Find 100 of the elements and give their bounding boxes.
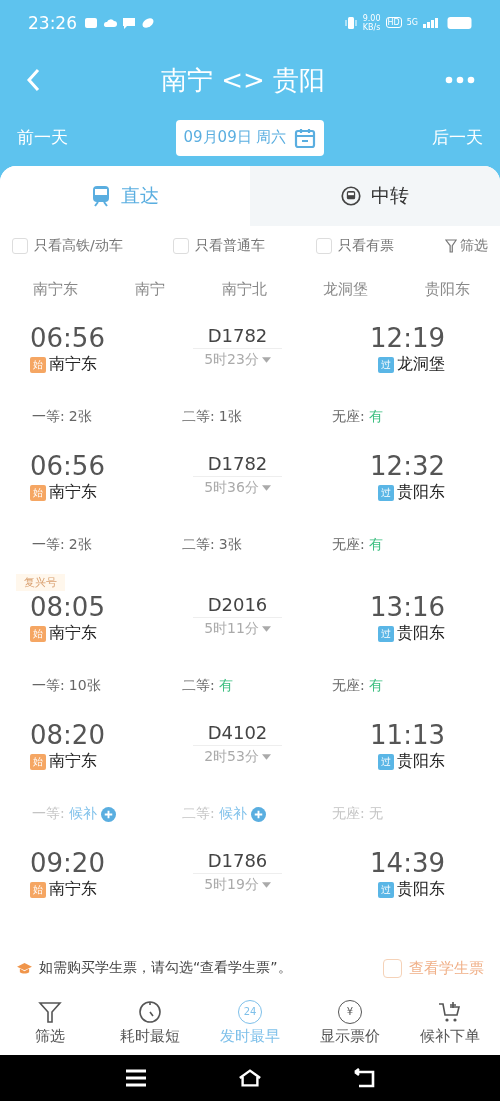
back-icon[interactable] — [25, 68, 41, 92]
train-number: D1782 — [192, 453, 283, 477]
duration-toggle[interactable]: 5时11分 — [204, 618, 271, 640]
departure-station: 南宁东 — [49, 482, 97, 503]
seat-class: 一等: — [32, 677, 65, 695]
home-icon[interactable] — [238, 1068, 262, 1088]
train-number: D2016 — [192, 594, 283, 618]
seat-availability: 有 — [368, 536, 383, 554]
duration-toggle[interactable]: 5时19分 — [204, 874, 271, 896]
seat-availability: 2张 — [68, 536, 92, 554]
seat-class: 无座: — [332, 536, 365, 554]
add-icon[interactable] — [250, 806, 266, 822]
vibrate-icon — [343, 15, 358, 30]
station-filter[interactable]: 龙洞堡 — [315, 279, 377, 299]
battery-icon — [447, 16, 472, 29]
timer-icon — [138, 999, 162, 1024]
bottom-nav-item[interactable]: 24 发时最早 — [200, 990, 300, 1055]
arrival-station: 贵阳东 — [397, 623, 445, 644]
station-filter[interactable]: 南宁东 — [25, 279, 86, 299]
train-circle-icon — [341, 185, 361, 207]
station-badge: 始 — [30, 484, 46, 501]
arrival-station: 贵阳东 — [397, 482, 445, 503]
speed-unit: KB/s — [362, 22, 381, 32]
bottom-nav-item[interactable]: 耗时最短 — [100, 990, 200, 1055]
mail-icon — [84, 15, 98, 30]
filter-checkbox[interactable]: 只看有票 — [316, 237, 395, 255]
add-icon[interactable] — [100, 806, 116, 822]
leaf-icon — [141, 15, 155, 30]
arrival-time: 12:32 — [370, 450, 445, 482]
route-title: 南宁 <> 贵阳 — [160, 63, 326, 97]
train-icon — [91, 185, 111, 207]
train-item[interactable]: 06:56 始 南宁东 D1782 5时23分 12:19 过 龙洞堡 一等: 2张 二等: 1张 无座: 有 — [0, 312, 500, 440]
departure-station: 南宁东 — [49, 354, 97, 375]
train-item[interactable]: 06:56 始 南宁东 D1782 5时36分 12:32 过 贵阳东 一等: 2张 二等: 3张 无座: 有 — [0, 440, 500, 568]
clock: 23:26 — [28, 12, 77, 33]
seat-availability: 3张 — [218, 536, 242, 554]
seat-class: 无座: — [332, 677, 365, 695]
more-icon[interactable] — [445, 76, 475, 84]
arrival-station: 贵阳东 — [397, 879, 445, 900]
student-ticket-note: 如需购买学生票，请勾选“查看学生票”。 — [39, 959, 293, 977]
caret-icon — [261, 485, 271, 491]
departure-time: 06:56 — [30, 450, 105, 482]
bottom-nav-item[interactable]: 候补下单 — [400, 990, 500, 1055]
student-ticket-checkbox[interactable]: 查看学生票 — [383, 958, 484, 978]
seat-availability: 无 — [368, 805, 383, 823]
menu-icon[interactable] — [124, 1068, 148, 1088]
train-item[interactable]: 复兴号 08:05 始 南宁东 D2016 5时11分 13:16 过 贵阳东 一等: 10张 二等: 有 无座: 有 — [0, 568, 500, 709]
station-badge: 过 — [378, 881, 394, 898]
train-number: D4102 — [192, 722, 283, 746]
departure-time: 09:20 — [30, 847, 105, 879]
seat-availability: 有 — [368, 677, 383, 695]
departure-time: 08:20 — [30, 719, 105, 751]
station-badge: 过 — [378, 625, 394, 642]
departure-station: 南宁东 — [49, 623, 97, 644]
station-filter[interactable]: 贵阳东 — [417, 279, 478, 299]
filter-icon — [38, 999, 62, 1024]
transfer-tab[interactable]: 中转 — [250, 166, 500, 226]
previous-day-button[interactable]: 前一天 — [14, 126, 71, 149]
station-badge: 过 — [378, 484, 394, 501]
seat-class: 二等: — [182, 536, 215, 554]
seat-availability: 有 — [218, 677, 233, 695]
station-filter[interactable]: 南宁 — [126, 279, 173, 299]
departure-station: 南宁东 — [49, 879, 97, 900]
back-nav-icon[interactable] — [352, 1068, 376, 1088]
station-filter[interactable]: 南宁北 — [213, 279, 275, 299]
caret-icon — [261, 882, 271, 888]
seat-availability: 候补 — [218, 805, 247, 823]
duration-toggle[interactable]: 5时36分 — [204, 477, 271, 499]
station-badge: 过 — [378, 356, 394, 373]
seat-class: 一等: — [32, 536, 65, 554]
seat-availability: 1张 — [218, 408, 242, 426]
hd-indicator: HD — [385, 17, 402, 28]
network-speed: 9.00 — [362, 13, 381, 23]
caret-icon — [261, 754, 271, 760]
bottom-nav-item[interactable]: ¥ 显示票价 — [300, 990, 400, 1055]
calendar-icon — [294, 126, 317, 149]
seat-class: 一等: — [32, 408, 65, 426]
departure-station: 南宁东 — [49, 751, 97, 772]
arrival-station: 龙洞堡 — [397, 354, 445, 375]
departure-time: 08:05 — [30, 591, 105, 623]
duration-toggle[interactable]: 2时53分 — [204, 746, 271, 768]
seat-class: 无座: — [332, 408, 365, 426]
date-picker[interactable]: 09月09日 周六 — [175, 119, 325, 156]
filter-button[interactable]: 筛选 — [444, 237, 488, 255]
next-day-button[interactable]: 后一天 — [429, 126, 486, 149]
filter-checkbox[interactable]: 只看普通车 — [173, 237, 266, 255]
caret-icon — [261, 357, 271, 363]
filter-checkbox[interactable]: 只看高铁/动车 — [12, 237, 123, 255]
signal-icon — [423, 17, 439, 28]
train-number: D1782 — [192, 325, 283, 349]
station-badge: 始 — [30, 356, 46, 373]
seat-availability: 有 — [368, 408, 383, 426]
seat-availability: 10张 — [68, 677, 101, 695]
train-number: D1786 — [192, 850, 283, 874]
departure-time: 06:56 — [30, 322, 105, 354]
train-item[interactable]: 09:20 始 南宁东 D1786 5时19分 14:39 过 贵阳东 — [0, 837, 500, 913]
duration-toggle[interactable]: 5时23分 — [204, 349, 271, 371]
bottom-nav-item[interactable]: 筛选 — [0, 990, 100, 1055]
seat-availability: 2张 — [68, 408, 92, 426]
station-badge: 始 — [30, 881, 46, 898]
